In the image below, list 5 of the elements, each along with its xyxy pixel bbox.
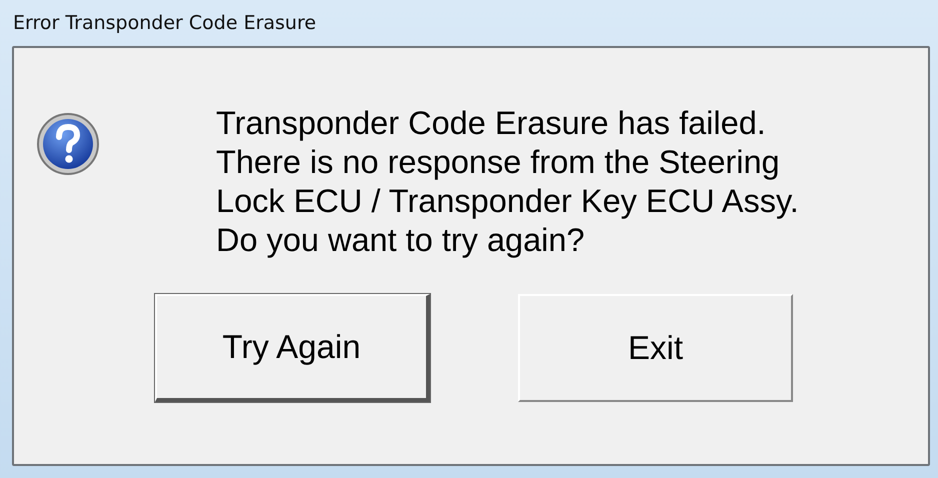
dialog-button[interactable]: Try Again [155,294,430,402]
question-icon [36,112,100,176]
error-message: Transponder Code Erasure has failed. There is no response from the Steering Lock ECU / Transponder Key ECU Assy. Do you want to try again? [216,104,799,260]
window-title: Error Transponder Code Erasure [12,11,318,36]
dialog-button[interactable]: Exit [518,294,793,402]
